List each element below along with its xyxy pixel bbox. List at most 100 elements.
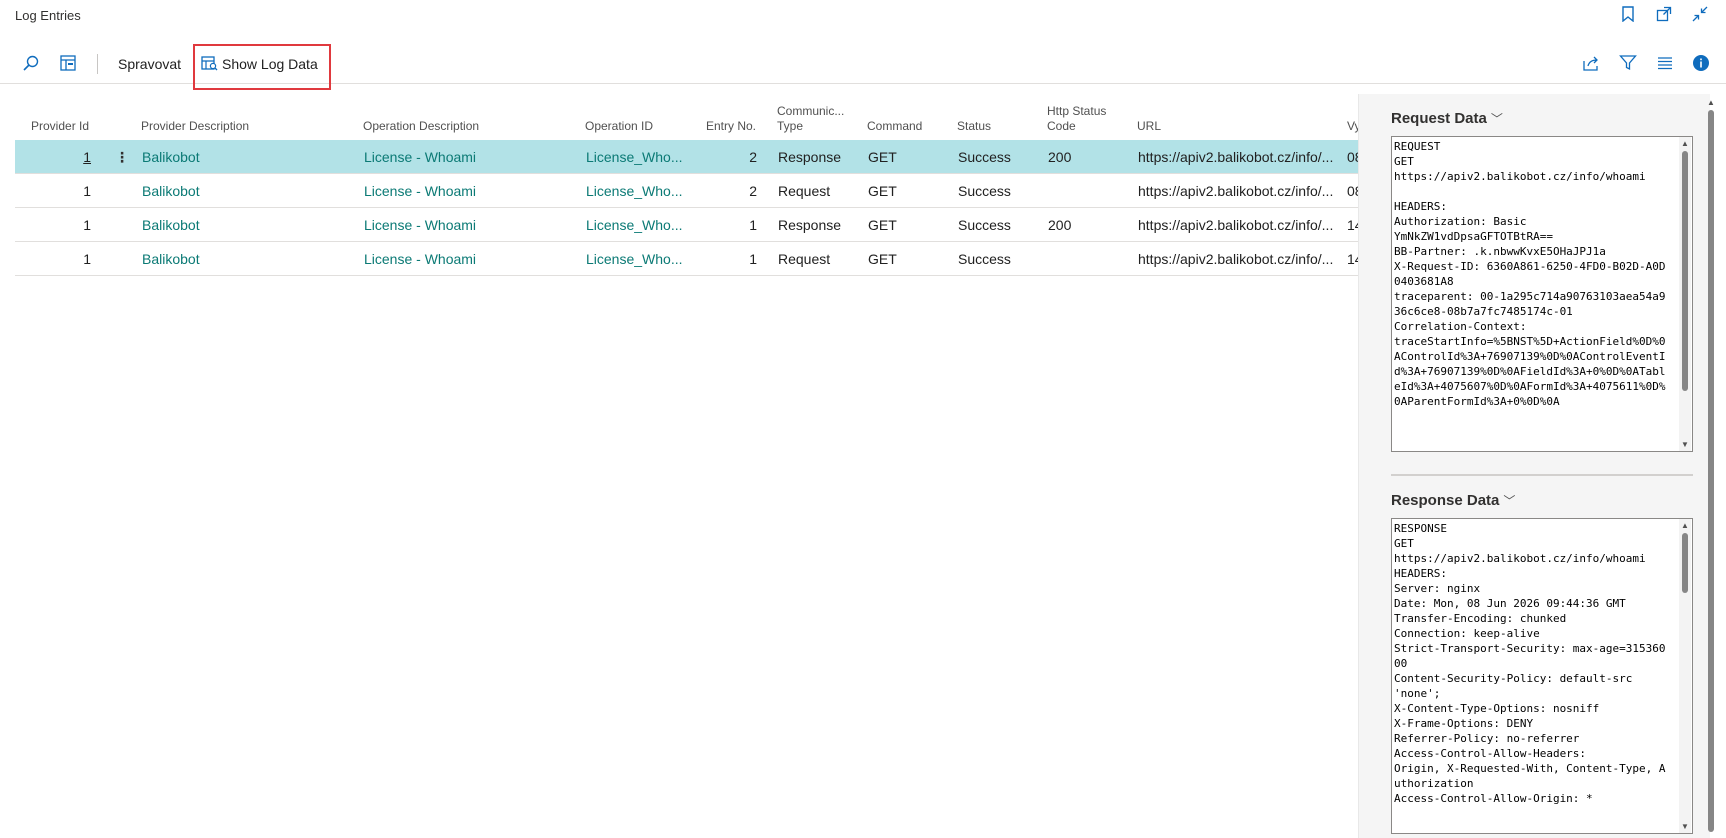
request-data-header[interactable]: Request Data ﹀ [1391, 110, 1503, 127]
window-titlebar: Log Entries [0, 0, 1726, 36]
table-row[interactable]: 1 Balikobot License - Whoami License_Who… [15, 208, 1360, 242]
column-header-http-status-line2: Code [1047, 119, 1076, 133]
response-data-header[interactable]: Response Data ﹀ [1391, 492, 1515, 509]
cell-operation-id[interactable]: License_Who... [586, 251, 696, 267]
cell-type: Response [778, 217, 842, 233]
response-scrollbar[interactable]: ▲ ▼ [1679, 519, 1691, 833]
cell-provider-description[interactable]: Balikobot [142, 251, 352, 267]
filter-button[interactable] [1619, 50, 1641, 78]
request-scrollbar[interactable]: ▲ ▼ [1679, 137, 1691, 451]
request-data-title: Request Data [1391, 110, 1487, 127]
scroll-down-arrow-icon[interactable]: ▼ [1681, 440, 1689, 449]
cell-entry-no: 1 [749, 217, 757, 233]
request-data-content: REQUEST GET https://apiv2.balikobot.cz/i… [1394, 140, 1666, 408]
cell-entry-no: 2 [749, 183, 757, 199]
share-button[interactable] [1582, 50, 1604, 78]
table-row[interactable]: 1 Balikobot License - Whoami License_Who… [15, 242, 1360, 276]
response-data-title: Response Data [1391, 492, 1500, 509]
cell-status: Success [958, 183, 1011, 199]
cell-operation-id[interactable]: License_Who... [586, 149, 696, 165]
cell-command: GET [868, 251, 897, 267]
column-header-communication-type[interactable]: Communic... Type [777, 104, 844, 134]
column-header-command[interactable]: Command [867, 119, 922, 134]
manage-button[interactable]: Spravovat [118, 50, 181, 78]
list-view-button[interactable] [1656, 50, 1678, 78]
scroll-up-arrow-icon[interactable]: ▲ [1681, 521, 1689, 530]
column-header-http-status-code[interactable]: Http Status Code [1047, 104, 1106, 134]
cell-url: https://apiv2.balikobot.cz/info/... [1138, 251, 1334, 267]
factbox-scrollbar[interactable]: ▲ [1704, 96, 1718, 838]
scroll-up-arrow-icon[interactable]: ▲ [1707, 98, 1715, 107]
cell-provider-description[interactable]: Balikobot [142, 183, 352, 199]
edit-list-button[interactable] [59, 50, 83, 78]
cell-status: Success [958, 149, 1011, 165]
cell-operation-id[interactable]: License_Who... [586, 217, 696, 233]
column-header-provider-id[interactable]: Provider Id [31, 119, 89, 134]
cell-url: https://apiv2.balikobot.cz/info/... [1138, 149, 1334, 165]
table-row[interactable]: 1 Balikobot License - Whoami License_Who… [15, 174, 1360, 208]
row-actions-icon[interactable]: ⋮ [115, 149, 129, 166]
cell-entry-no: 2 [749, 149, 757, 165]
cell-type: Request [778, 251, 831, 267]
column-header-communication-type-line2: Type [777, 119, 804, 133]
search-icon [22, 54, 40, 75]
cell-operation-description[interactable]: License - Whoami [364, 251, 574, 267]
open-new-window-icon[interactable] [1654, 6, 1674, 26]
factbox-scroll-thumb[interactable] [1708, 110, 1714, 832]
info-icon [1692, 54, 1710, 75]
list-view-icon [1656, 54, 1674, 75]
cell-provider-id[interactable]: 1 [65, 217, 91, 233]
cell-type: Request [778, 183, 831, 199]
cell-provider-id[interactable]: 1 [65, 183, 91, 199]
cell-operation-description[interactable]: License - Whoami [364, 217, 574, 233]
column-header-provider-description[interactable]: Provider Description [141, 119, 249, 134]
scroll-up-arrow-icon[interactable]: ▲ [1681, 139, 1689, 148]
edit-list-icon [59, 54, 77, 75]
cell-provider-description[interactable]: Balikobot [142, 149, 352, 165]
cell-http-status: 200 [1048, 217, 1072, 233]
response-scroll-thumb[interactable] [1682, 533, 1688, 593]
cell-provider-id[interactable]: 1 [65, 149, 91, 165]
request-scroll-thumb[interactable] [1682, 151, 1688, 391]
column-header-status[interactable]: Status [957, 119, 991, 134]
cell-operation-id[interactable]: License_Who... [586, 183, 696, 199]
cell-provider-description[interactable]: Balikobot [142, 217, 352, 233]
column-header-operation-description[interactable]: Operation Description [363, 119, 479, 134]
filter-icon [1619, 54, 1637, 75]
info-button[interactable] [1692, 50, 1714, 78]
manage-label: Spravovat [118, 56, 182, 72]
panel-divider [1391, 474, 1693, 476]
cell-operation-description[interactable]: License - Whoami [364, 183, 574, 199]
toolbar-separator [97, 54, 98, 74]
search-button[interactable] [22, 50, 46, 78]
bookmark-icon[interactable] [1618, 6, 1638, 26]
cell-status: Success [958, 217, 1011, 233]
cell-type: Response [778, 149, 842, 165]
cell-http-status: 200 [1048, 149, 1072, 165]
response-data-content: RESPONSE GET https://apiv2.balikobot.cz/… [1394, 522, 1666, 805]
collapse-icon[interactable] [1690, 6, 1710, 26]
column-header-entry-no[interactable]: Entry No. [706, 119, 756, 134]
cell-command: GET [868, 149, 897, 165]
page-title: Log Entries [15, 8, 81, 23]
column-header-operation-id[interactable]: Operation ID [585, 119, 653, 134]
cell-entry-no: 1 [749, 251, 757, 267]
cell-status: Success [958, 251, 1011, 267]
scroll-down-arrow-icon[interactable]: ▼ [1681, 822, 1689, 831]
column-header-http-status-line1: Http Status [1047, 104, 1107, 118]
cell-provider-id[interactable]: 1 [65, 251, 91, 267]
chevron-down-icon: ﹀ [1503, 494, 1516, 508]
column-header-url[interactable]: URL [1137, 119, 1161, 134]
table-row[interactable]: 1 ⋮ Balikobot License - Whoami License_W… [15, 140, 1360, 174]
log-entries-grid: Provider Id Provider Description Operati… [15, 96, 1361, 276]
column-header-communication-type-line1: Communic... [777, 104, 845, 118]
response-data-textbox[interactable]: RESPONSE GET https://apiv2.balikobot.cz/… [1391, 518, 1693, 834]
share-icon [1582, 54, 1600, 75]
highlight-frame [193, 44, 331, 90]
cell-url: https://apiv2.balikobot.cz/info/... [1138, 217, 1334, 233]
grid-header: Provider Id Provider Description Operati… [15, 96, 1361, 140]
request-data-textbox[interactable]: REQUEST GET https://apiv2.balikobot.cz/i… [1391, 136, 1693, 452]
cell-command: GET [868, 217, 897, 233]
cell-command: GET [868, 183, 897, 199]
cell-operation-description[interactable]: License - Whoami [364, 149, 574, 165]
